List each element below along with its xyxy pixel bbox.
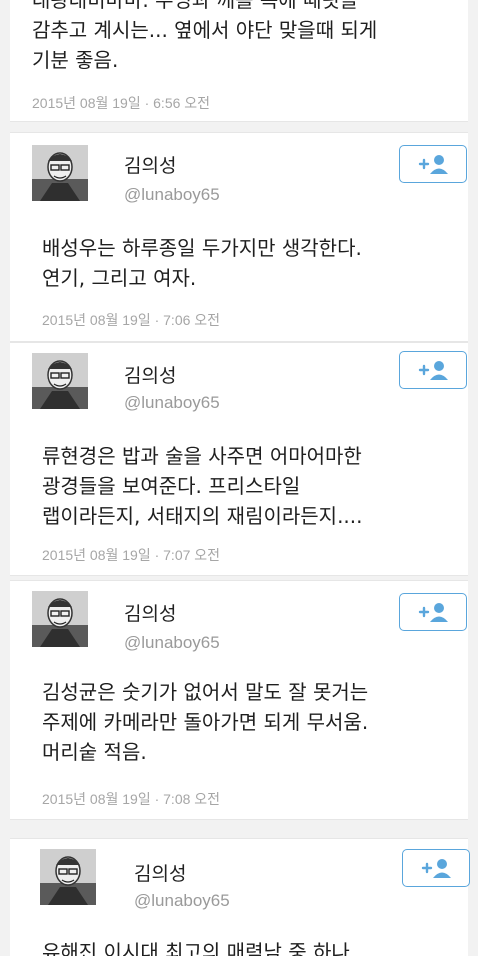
tweet-text: 배성우는 하루종일 두가지만 생각한다. 연기, 그리고 여자. (42, 236, 362, 290)
display-name[interactable]: 김의성 (124, 599, 176, 626)
tweet-card: 김의성 @lunaboy65 김성균은 숫기가 없어서 말도 잘 못거는 주제에… (10, 580, 468, 820)
avatar[interactable] (32, 591, 88, 647)
tweet-timestamp: 2015년 08월 19일 · 6:56 오전 (32, 95, 211, 111)
avatar-illustration (32, 353, 88, 409)
tweet-card: 김의성 @lunaboy65 유해진 이시대 최고의 매력남 중 하나 (10, 838, 470, 956)
follow-button[interactable] (399, 351, 467, 389)
tweet-timestamp: 2015년 08월 19일 · 7:08 오전 (42, 791, 221, 807)
tweet-text: 김성균은 숫기가 없어서 말도 잘 못거는 주제에 카메라만 돌아가면 되게 무… (42, 680, 369, 764)
user-handle[interactable]: @lunaboy65 (134, 891, 230, 911)
avatar-illustration (40, 849, 96, 905)
tweet-timestamp: 2015년 08월 19일 · 7:07 오전 (42, 547, 221, 563)
avatar-illustration (32, 591, 88, 647)
add-person-icon (421, 859, 451, 878)
avatar[interactable] (40, 849, 96, 905)
display-name[interactable]: 김의성 (124, 361, 176, 388)
add-person-icon (418, 361, 448, 380)
follow-button[interactable] (399, 593, 467, 631)
display-name[interactable]: 김의성 (124, 151, 176, 178)
tweet-text: 유해진 이시대 최고의 매력남 중 하나 (42, 940, 350, 956)
follow-button[interactable] (402, 849, 470, 887)
add-person-icon (418, 155, 448, 174)
tweet-card: 김의성 @lunaboy65 류현경은 밥과 술을 사주면 어마어마한 광경들을… (10, 342, 468, 576)
user-handle[interactable]: @lunaboy65 (124, 185, 220, 205)
avatar[interactable] (32, 353, 88, 409)
add-person-icon (418, 603, 448, 622)
display-name[interactable]: 김의성 (134, 859, 186, 886)
avatar[interactable] (32, 145, 88, 201)
tweet-text: 류현경은 밥과 술을 사주면 어마어마한 광경들을 보여준다. 프리스타일 랩이… (42, 444, 363, 528)
user-handle[interactable]: @lunaboy65 (124, 633, 220, 653)
tweet-timestamp: 2015년 08월 19일 · 7:06 오전 (42, 312, 221, 328)
tweet-card: 김의성 @lunaboy65 배성우는 하루종일 두가지만 생각한다. 연기, … (10, 132, 468, 342)
avatar-illustration (32, 145, 88, 201)
follow-button[interactable] (399, 145, 467, 183)
user-handle[interactable]: @lunaboy65 (124, 393, 220, 413)
tweet-card: 대왕대비마마. 우엉과 깨를 속에 때릿을 감추고 계시는... 옆에서 야단 … (10, 0, 468, 122)
tweet-text: 대왕대비마마. 우엉과 깨를 속에 때릿을 감추고 계시는... 옆에서 야단 … (32, 0, 378, 72)
